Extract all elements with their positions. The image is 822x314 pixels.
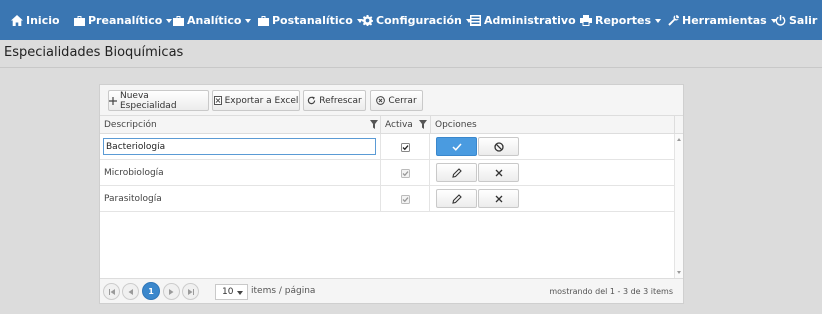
delete-button[interactable] [478,163,519,182]
nav-item-postanalitico[interactable]: Postanalítico [258,14,363,27]
page-header: Especialidades Bioquímicas [0,40,822,68]
prev-page-icon [128,288,133,295]
nav-item-label: Inicio [26,14,60,27]
pager-info: mostrando del 1 - 3 de 3 items [549,287,673,296]
delete-button[interactable] [478,189,519,208]
nav-item-reportes[interactable]: Reportes [580,14,662,27]
nav-item-label: Reportes [595,14,652,27]
cell-descripcion: Parasitología [104,194,162,204]
nav-item-configuracion[interactable]: Configuración [362,14,472,27]
cell-activa [380,134,430,160]
top-navbar: Inicio Preanalítico Analítico Postanalít… [0,0,822,40]
refresh-button[interactable]: Refrescar [303,90,366,111]
column-header-descripcion[interactable]: Descripción [100,116,380,134]
new-especialidad-label: Nueva Especialidad [120,90,177,111]
briefcase-icon [173,15,184,26]
close-circle-icon [376,96,386,105]
briefcase-icon [258,15,269,26]
close-label: Cerrar [388,95,417,106]
wrench-icon [668,15,679,26]
cell-activa [380,186,430,212]
items-per-page-label: items / página [251,286,316,296]
grid-header: Descripción Activa Opciones [100,116,683,134]
last-page-button[interactable] [182,283,199,300]
first-page-icon [108,288,115,295]
cell-activa [380,160,430,186]
activa-checkbox[interactable] [400,142,410,152]
plus-icon [109,96,117,105]
filter-icon[interactable] [419,120,427,129]
activa-checkbox [400,194,410,204]
refresh-label: Refrescar [319,95,362,106]
chevron-down-icon [655,18,662,23]
cell-descripcion: Microbiología [104,168,164,178]
column-header-activa[interactable]: Activa [381,116,421,134]
export-excel-button[interactable]: Exportar a Excel [212,90,300,111]
close-icon [495,195,502,202]
edit-button[interactable] [436,189,477,208]
grid-toolbar: Nueva Especialidad Exportar a Excel Refr… [100,85,683,116]
gear-icon [362,15,373,26]
nav-item-analitico[interactable]: Analítico [173,14,252,27]
nav-item-label: Salir [789,14,818,27]
scroll-down-icon[interactable] [677,271,681,274]
activa-checkbox [400,168,410,178]
list-icon [470,15,481,26]
page-size-value: 10 [222,287,234,297]
filter-icon[interactable] [370,120,378,129]
print-icon [580,15,592,26]
scroll-up-icon[interactable] [677,138,681,141]
cancel-button[interactable] [478,137,519,156]
column-divider [674,116,675,134]
table-row: Parasitología [100,186,674,212]
vertical-scrollbar[interactable] [674,134,683,278]
power-icon [775,15,786,26]
nav-item-label: Configuración [376,14,462,27]
descripcion-input[interactable] [103,138,376,155]
save-button[interactable] [436,137,477,156]
page-number-button[interactable]: 1 [142,282,160,300]
pencil-icon [451,167,462,178]
chevron-down-icon [237,291,243,295]
briefcase-icon [74,15,85,26]
home-icon [11,15,23,26]
new-especialidad-button[interactable]: Nueva Especialidad [108,90,209,111]
prev-page-button[interactable] [122,283,139,300]
first-page-button[interactable] [103,283,120,300]
nav-item-salir[interactable]: Salir [775,14,817,27]
nav-item-label: Analítico [187,14,242,27]
chevron-down-icon [245,18,252,23]
pencil-icon [451,193,462,204]
next-page-button[interactable] [163,283,180,300]
check-icon [451,142,462,151]
excel-icon [213,96,222,105]
grid-pager: 1 10 items / página mostrando del 1 - 3 … [100,278,683,303]
page-size-select[interactable]: 10 [215,284,248,300]
nav-item-label: Preanalítico [88,14,163,27]
especialidades-grid: Nueva Especialidad Exportar a Excel Refr… [99,84,684,304]
close-icon [495,169,502,176]
column-header-opciones: Opciones [435,120,477,130]
nav-item-label: Herramientas [682,14,767,27]
nav-item-label: Postanalítico [272,14,353,27]
nav-item-herramientas[interactable]: Herramientas [668,14,777,27]
table-row [100,134,674,160]
export-excel-label: Exportar a Excel [224,95,299,106]
edit-button[interactable] [436,163,477,182]
table-row: Microbiología [100,160,674,186]
close-button[interactable]: Cerrar [370,90,423,111]
nav-item-inicio[interactable]: Inicio [11,14,60,27]
cell-descripcion [100,134,380,160]
next-page-icon [169,288,174,295]
ban-icon [493,141,504,152]
nav-item-label: Administrativo [484,14,576,27]
chevron-down-icon [166,18,173,23]
nav-item-administrativo[interactable]: Administrativo [470,14,586,27]
refresh-icon [308,96,316,105]
nav-item-preanalitico[interactable]: Preanalítico [74,14,173,27]
last-page-icon [187,288,194,295]
page-title: Especialidades Bioquímicas [4,45,184,60]
